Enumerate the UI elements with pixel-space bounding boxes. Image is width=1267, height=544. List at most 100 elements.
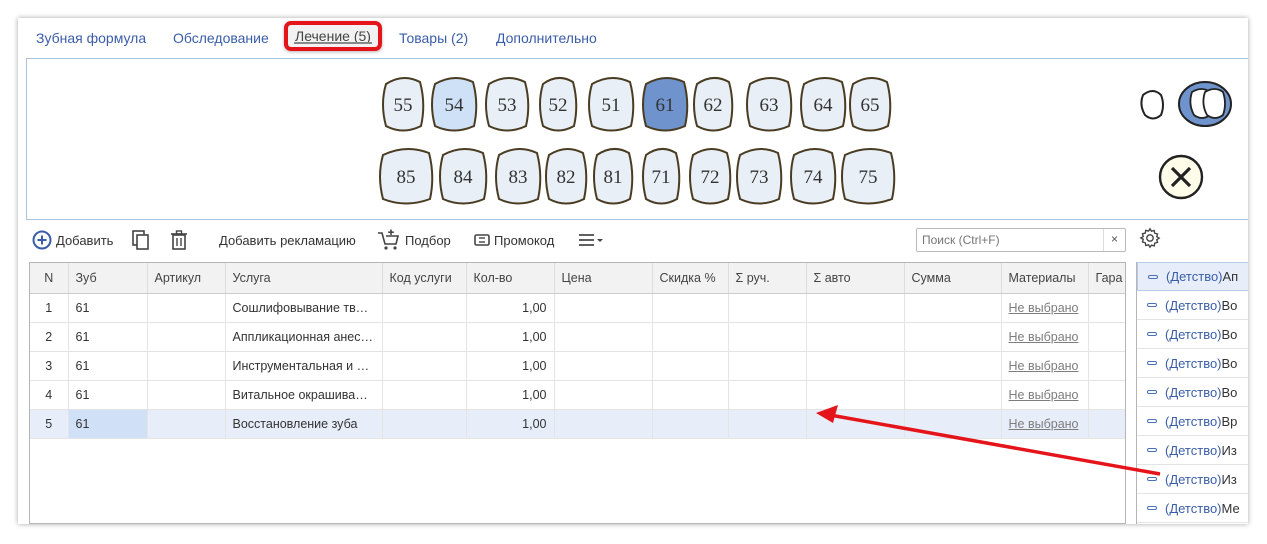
cell-total[interactable] [904,380,1002,410]
tooth-81[interactable]: 81 [593,148,634,205]
column-header[interactable]: N [30,263,69,294]
cell-code[interactable] [382,322,467,352]
cell-price[interactable] [554,409,653,439]
tooth-84[interactable]: 84 [439,148,488,205]
column-header[interactable]: Код услуги [382,263,467,294]
more-menu-button[interactable] [578,229,610,251]
tooth-72[interactable]: 72 [689,148,732,205]
cell-sum-auto[interactable] [806,380,905,410]
cell-code[interactable] [382,380,467,410]
cell-n[interactable]: 3 [30,351,69,381]
settings-button[interactable] [1139,227,1161,254]
catalog-item[interactable]: (Детство) Из [1137,436,1248,465]
tooth-52[interactable]: 52 [539,77,578,132]
table-row[interactable]: 5 61 Восстановление зуба 1,00 Не выбрано [30,409,1125,439]
copy-button[interactable] [131,229,155,251]
cell-price[interactable] [554,293,653,323]
cell-qty[interactable]: 1,00 [466,322,555,352]
column-header[interactable]: Гара [1088,263,1125,294]
cell-total[interactable] [904,351,1002,381]
cell-discount[interactable] [652,293,729,323]
close-icon[interactable] [1158,154,1204,200]
search-clear-button[interactable]: × [1103,229,1125,251]
cell-total[interactable] [904,322,1002,352]
tab-dental-formula[interactable]: Зубная формула [36,30,146,46]
cell-article[interactable] [147,293,226,323]
catalog-item[interactable]: (Детство) Во [1137,349,1248,378]
materials-link[interactable]: Не выбрано [1009,388,1079,402]
tooth-74[interactable]: 74 [790,148,837,205]
catalog-item[interactable]: (Детство) Во [1137,320,1248,349]
cell-service[interactable]: Аппликационная анестезия [225,322,383,352]
cell-discount[interactable] [652,409,729,439]
materials-link[interactable]: Не выбрано [1009,301,1079,315]
add-button[interactable]: Добавить [32,229,113,251]
column-header[interactable]: Материалы [1001,263,1089,294]
tab-additional[interactable]: Дополнительно [496,30,597,46]
tooth-71[interactable]: 71 [642,148,681,205]
column-header[interactable]: Кол-во [466,263,555,294]
cell-sum-auto[interactable] [806,351,905,381]
multi-tooth-mode-icon[interactable] [1178,81,1232,127]
cell-n[interactable]: 4 [30,380,69,410]
column-header[interactable]: Скидка % [652,263,729,294]
cell-price[interactable] [554,351,653,381]
cell-code[interactable] [382,293,467,323]
cell-discount[interactable] [652,380,729,410]
cell-guarantee[interactable] [1088,351,1125,381]
cell-article[interactable] [147,322,226,352]
cell-guarantee[interactable] [1088,409,1125,439]
cell-price[interactable] [554,322,653,352]
cell-tooth[interactable]: 61 [68,322,148,352]
column-header[interactable]: Σ руч. [728,263,807,294]
tooth-64[interactable]: 64 [800,77,847,132]
cell-tooth[interactable]: 61 [68,380,148,410]
table-row[interactable]: 161 Сошлифовывание твердых тканей 1,00 Не в… [30,293,1125,323]
tooth-54[interactable]: 54 [431,77,478,132]
cell-sum-manual[interactable] [728,380,807,410]
catalog-item[interactable]: (Детство) Из [1137,465,1248,494]
cell-sum-manual[interactable] [728,293,807,323]
table-row[interactable]: 2 61 Аппликационная анестезия 1,00 Не выбран… [30,322,1125,352]
cell-total[interactable] [904,409,1002,439]
selection-button[interactable]: Подбор [377,229,451,251]
cell-tooth[interactable]: 61 [68,351,148,381]
cell-sum-manual[interactable] [728,322,807,352]
catalog-item[interactable]: (Детство) Во [1137,291,1248,320]
cell-tooth[interactable]: 61 [68,293,148,323]
cell-price[interactable] [554,380,653,410]
column-header[interactable]: Сумма [904,263,1002,294]
cell-guarantee[interactable] [1088,380,1125,410]
search-input[interactable] [917,229,1103,251]
tooth-62[interactable]: 62 [693,77,734,132]
add-complaint-button[interactable]: Добавить рекламацию [219,229,356,251]
cell-sum-auto[interactable] [806,409,905,439]
catalog-item[interactable]: (Детство) Вр [1137,407,1248,436]
cell-service[interactable]: Сошлифовывание твердых тканей [225,293,383,323]
tooth-85[interactable]: 85 [379,148,434,205]
tooth-82[interactable]: 82 [545,148,588,205]
cell-qty[interactable]: 1,00 [466,351,555,381]
catalog-item[interactable]: (Детство) Во [1137,378,1248,407]
tooth-61[interactable]: 61 [642,77,689,132]
cell-materials[interactable]: Не выбрано [1001,293,1089,323]
cell-total[interactable] [904,293,1002,323]
cell-materials[interactable]: Не выбрано [1001,351,1089,381]
cell-code[interactable] [382,351,467,381]
cell-service[interactable]: Восстановление зуба [225,409,383,439]
tooth-63[interactable]: 63 [746,77,793,132]
single-tooth-mode-icon[interactable] [1140,90,1164,120]
cell-guarantee[interactable] [1088,322,1125,352]
cell-n[interactable]: 2 [30,322,69,352]
cell-code[interactable] [382,409,467,439]
cell-guarantee[interactable] [1088,293,1125,323]
cell-service[interactable]: Витальное окрашивание [225,380,383,410]
cell-discount[interactable] [652,322,729,352]
cell-discount[interactable] [652,351,729,381]
cell-qty[interactable]: 1,00 [466,409,555,439]
column-header[interactable]: Зуб [68,263,148,294]
cell-sum-manual[interactable] [728,351,807,381]
cell-materials[interactable]: Не выбрано [1001,380,1089,410]
cell-service[interactable]: Инструментальная и медикаментозная обраб… [225,351,383,381]
column-header[interactable]: Услуга [225,263,383,294]
